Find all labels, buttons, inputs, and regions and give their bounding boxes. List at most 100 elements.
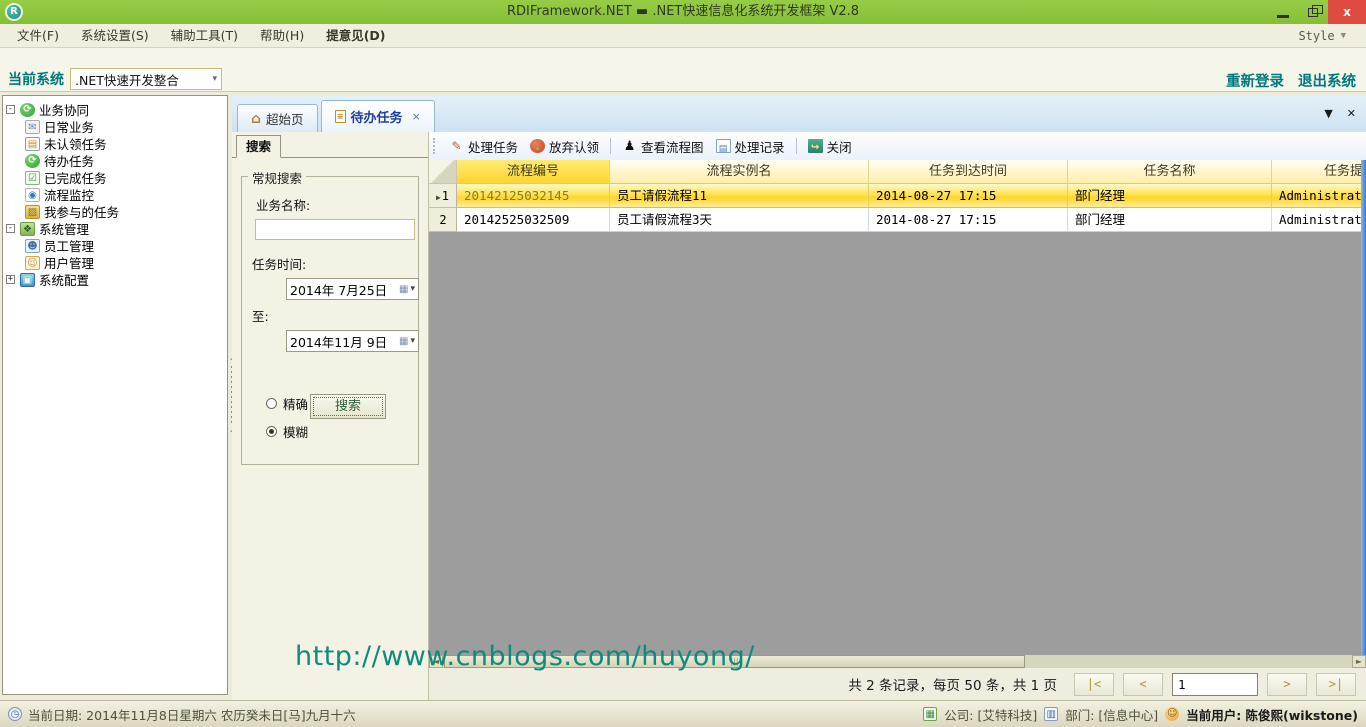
style-selector[interactable]: Style ▼	[1298, 29, 1360, 43]
last-page-button[interactable]: >|	[1316, 673, 1356, 696]
system-combo-value: .NET快速开发整合	[75, 70, 212, 89]
menu-item[interactable]: 提意见(D)	[315, 24, 396, 47]
tree-expander-icon[interactable]: -	[6, 224, 15, 233]
tree-node[interactable]: 员工管理	[3, 237, 227, 254]
toolbar-button[interactable]	[610, 138, 611, 154]
vertical-scrollbar[interactable]	[1361, 160, 1366, 655]
task-toolbar: 处理任务 放弃认领 查看流程图 处理记录	[429, 132, 1366, 160]
tree-node-label: 系统配置	[39, 270, 89, 289]
date-from-picker[interactable]: 2014年 7月25日 ▦ ▾	[286, 278, 419, 300]
tree-node[interactable]: 流程监控	[3, 186, 227, 203]
title-bar: R RDIFramework.NET ▬ .NET快速信息化系统开发框架 V2.…	[0, 0, 1366, 24]
column-header[interactable]: 任务到达时间	[869, 160, 1068, 184]
table-row[interactable]: 2 20142525032509员工请假流程3天2014-08-27 17:15…	[429, 208, 1366, 232]
search-groupbox: 常规搜索 业务名称: 任务时间: 2014年 7月25日 ▦ ▾ 至: 2014…	[241, 176, 419, 465]
select-all-cell[interactable]	[429, 160, 457, 184]
column-header[interactable]: 流程编号	[457, 160, 610, 184]
grid-cell[interactable]: 员工请假流程3天	[610, 208, 869, 232]
tab-start-page[interactable]: ⌂ 超始页	[237, 104, 318, 132]
grid-cell[interactable]: 部门经理	[1068, 184, 1272, 208]
toolbar-button[interactable]: 处理任务	[443, 135, 524, 158]
menu-item[interactable]: 文件(F)	[6, 24, 70, 47]
column-header[interactable]: 流程实例名	[610, 160, 869, 184]
tab-list-dropdown-icon[interactable]: ▼	[1324, 108, 1332, 119]
prev-page-button[interactable]: <	[1123, 673, 1163, 696]
toolbar-button[interactable]: 放弃认领	[524, 135, 605, 158]
grid-cell[interactable]: 员工请假流程11	[610, 184, 869, 208]
navigation-tree: - 业务协同 日常业务 未认领任务 待办任务 已完成任务 流程监控 我参与	[2, 95, 228, 695]
radio-exact-icon	[266, 398, 277, 409]
grid-cell[interactable]: 部门经理	[1068, 208, 1272, 232]
first-page-button[interactable]: |<	[1074, 673, 1114, 696]
tree-node[interactable]: 我参与的任务	[3, 203, 227, 220]
grid-cell[interactable]: Administrator	[1272, 184, 1366, 208]
grid-side: 处理任务 放弃认领 查看流程图 处理记录	[429, 132, 1366, 700]
date-to-picker[interactable]: 2014年11月 9日 ▦ ▾	[286, 330, 419, 352]
chevron-down-icon: ▼	[1341, 31, 1346, 41]
scroll-left-icon[interactable]: ◄	[429, 655, 443, 668]
logout-link[interactable]: 退出系统	[1298, 70, 1356, 91]
tree-node-icon	[20, 103, 35, 117]
radio-fuzzy[interactable]: 模糊	[266, 422, 410, 441]
row-number-cell[interactable]: 1	[429, 184, 457, 208]
tab-close-all-icon[interactable]: ✕	[1347, 108, 1356, 119]
grid-cell[interactable]: 2014-08-27 17:15	[869, 208, 1068, 232]
next-page-button[interactable]: >	[1267, 673, 1307, 696]
tree-node[interactable]: - 系统管理	[3, 220, 227, 237]
tree-node-icon	[20, 273, 35, 287]
grid-cell[interactable]: 2014-08-27 17:15	[869, 184, 1068, 208]
toolbar-button-label: 关闭	[827, 137, 852, 156]
tree-node[interactable]: 已完成任务	[3, 169, 227, 186]
tree-node-icon	[25, 137, 40, 151]
chevron-down-icon: ▾	[410, 336, 415, 346]
system-combo[interactable]: .NET快速开发整合 ▾	[70, 68, 222, 90]
column-header[interactable]: 任务提交人	[1272, 160, 1366, 184]
grid-cell[interactable]: Administrator	[1272, 208, 1366, 232]
toolbar-button-label: 处理任务	[468, 137, 518, 156]
tab-todo-tasks[interactable]: ≡ 待办任务 ×	[321, 100, 435, 132]
tree-node[interactable]: 待办任务	[3, 152, 227, 169]
tab-search[interactable]: 搜索	[236, 135, 281, 158]
menu-item[interactable]: 辅助工具(T)	[160, 24, 249, 47]
search-button[interactable]: 搜索	[310, 394, 386, 419]
scroll-right-icon[interactable]: ►	[1352, 655, 1366, 668]
tab-label: 待办任务	[351, 107, 403, 126]
radio-fuzzy-label: 模糊	[283, 422, 308, 441]
minimize-button[interactable]	[1268, 0, 1298, 24]
restore-button[interactable]	[1298, 0, 1328, 24]
tab-close-icon[interactable]: ×	[412, 110, 421, 123]
page-number-input[interactable]	[1172, 673, 1258, 696]
menu-item[interactable]: 系统设置(S)	[70, 24, 160, 47]
column-header[interactable]: 任务名称	[1068, 160, 1272, 184]
search-tab-bar: 搜索	[232, 132, 428, 158]
relogin-link[interactable]: 重新登录	[1226, 70, 1284, 91]
toolbar-button-icon	[530, 139, 545, 153]
horizontal-scrollbar[interactable]: ◄ ►	[429, 655, 1366, 668]
scrollbar-thumb[interactable]	[444, 655, 1025, 668]
current-system-label: 当前系统	[8, 69, 64, 89]
tree-node[interactable]: 未认领任务	[3, 135, 227, 152]
table-row[interactable]: 1 20142125032145员工请假流程112014-08-27 17:15…	[429, 184, 1366, 208]
grid-cell[interactable]: 20142525032509	[457, 208, 610, 232]
home-icon: ⌂	[251, 111, 261, 127]
toolbar-button[interactable]: 查看流程图	[616, 135, 710, 158]
business-name-input[interactable]	[255, 219, 415, 240]
rdiframework-window: { "window": { "title": "RDIFramework.NET…	[0, 0, 1366, 727]
chevron-down-icon: ▾	[212, 74, 217, 84]
grid-rows: 1 20142125032145员工请假流程112014-08-27 17:15…	[429, 184, 1366, 232]
tree-node[interactable]: 用户管理	[3, 254, 227, 271]
tree-expander-icon[interactable]: +	[6, 275, 15, 284]
toolbar-button[interactable]: 处理记录	[710, 135, 791, 158]
menu-item[interactable]: 帮助(H)	[249, 24, 315, 47]
tree-node[interactable]: - 业务协同	[3, 101, 227, 118]
toolbar-button-label: 处理记录	[735, 137, 785, 156]
toolbar-button[interactable]	[796, 138, 797, 154]
row-number-cell[interactable]: 2	[429, 208, 457, 232]
grid-header: 流程编号流程实例名任务到达时间任务名称任务提交人	[429, 160, 1366, 184]
tree-node[interactable]: + 系统配置	[3, 271, 227, 288]
tree-node[interactable]: 日常业务	[3, 118, 227, 135]
tree-expander-icon[interactable]: -	[6, 105, 15, 114]
grid-cell[interactable]: 20142125032145	[457, 184, 610, 208]
toolbar-button[interactable]: 关闭	[802, 135, 858, 158]
close-button[interactable]: x	[1328, 0, 1366, 24]
